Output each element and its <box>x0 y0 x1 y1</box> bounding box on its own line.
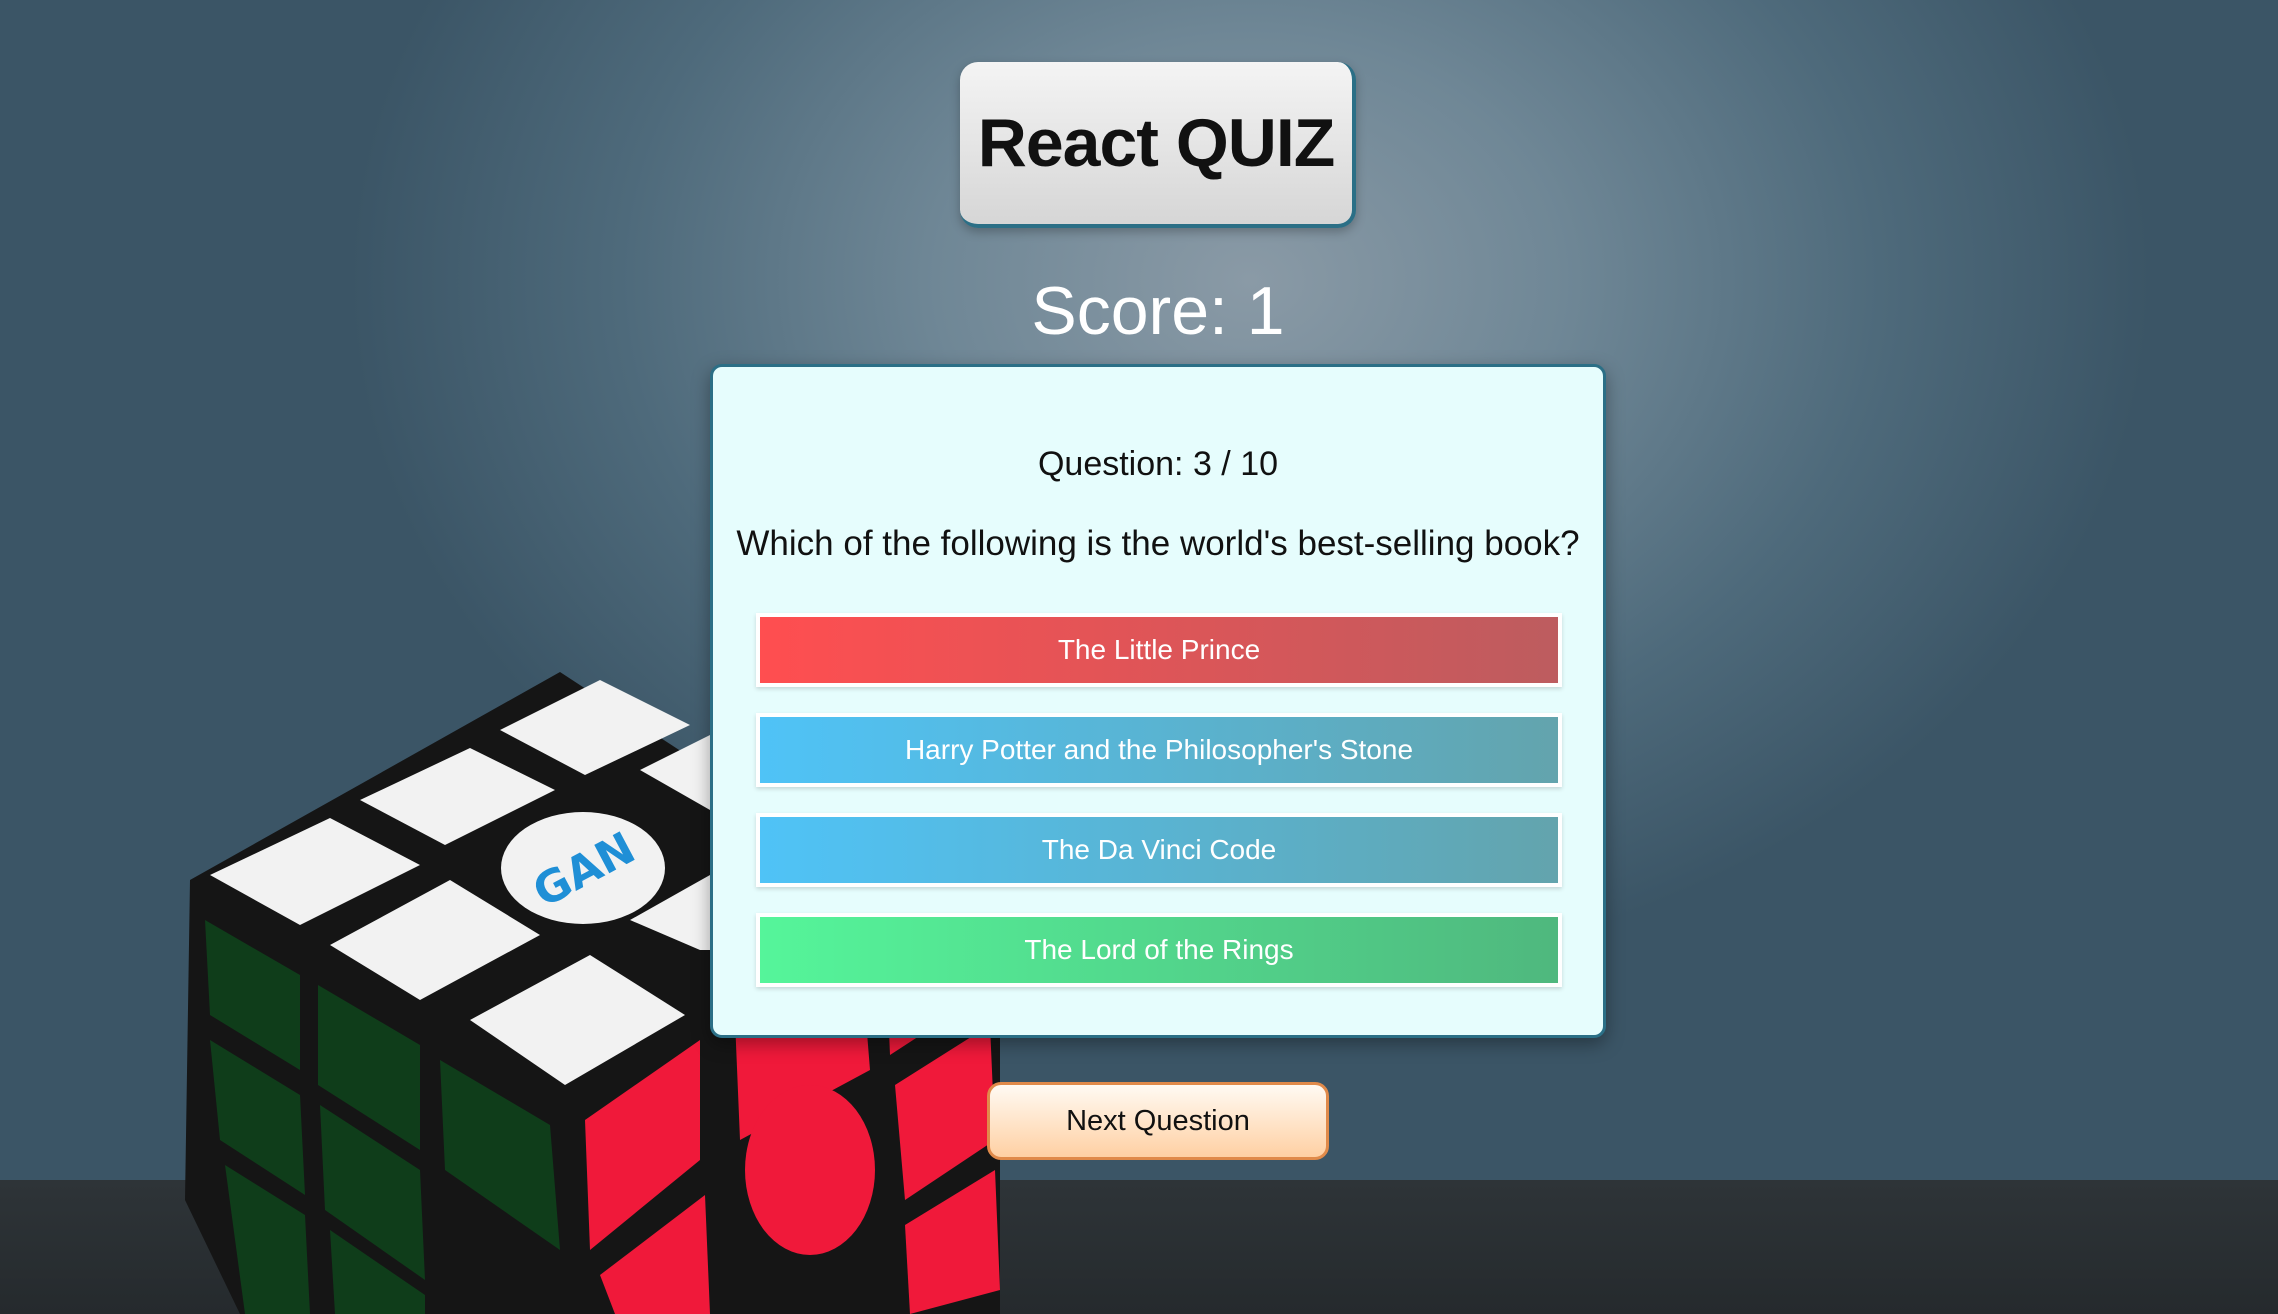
answer-label: The Lord of the Rings <box>1024 934 1294 965</box>
answer-label: The Da Vinci Code <box>1041 834 1277 865</box>
next-question-label: Next Question <box>1066 1104 1250 1137</box>
question-counter: Question: 3 / 10 <box>1037 445 1279 483</box>
app-title: React QUIZ <box>977 105 1336 181</box>
answer-option-2[interactable]: Harry Potter and the Philosopher's Stone <box>756 713 1562 787</box>
answer-option-3[interactable]: The Da Vinci Code <box>756 813 1562 887</box>
answer-label: Harry Potter and the Philosopher's Stone <box>904 734 1414 765</box>
answer-label: The Little Prince <box>1057 634 1261 665</box>
question-text: Which of the following is the world's be… <box>736 524 1580 563</box>
answer-option-4[interactable]: The Lord of the Rings <box>756 913 1562 987</box>
quiz-app: GAN React QUIZ Score: 1 Question: 3 / 10… <box>0 0 2278 1314</box>
question-card: Question: 3 / 10 Which of the following … <box>710 364 1606 1038</box>
score-label: Score: 1 <box>1031 273 1285 349</box>
app-title-box: React QUIZ <box>960 62 1356 228</box>
answer-option-1[interactable]: The Little Prince <box>756 613 1562 687</box>
next-question-button[interactable]: Next Question <box>987 1082 1329 1160</box>
